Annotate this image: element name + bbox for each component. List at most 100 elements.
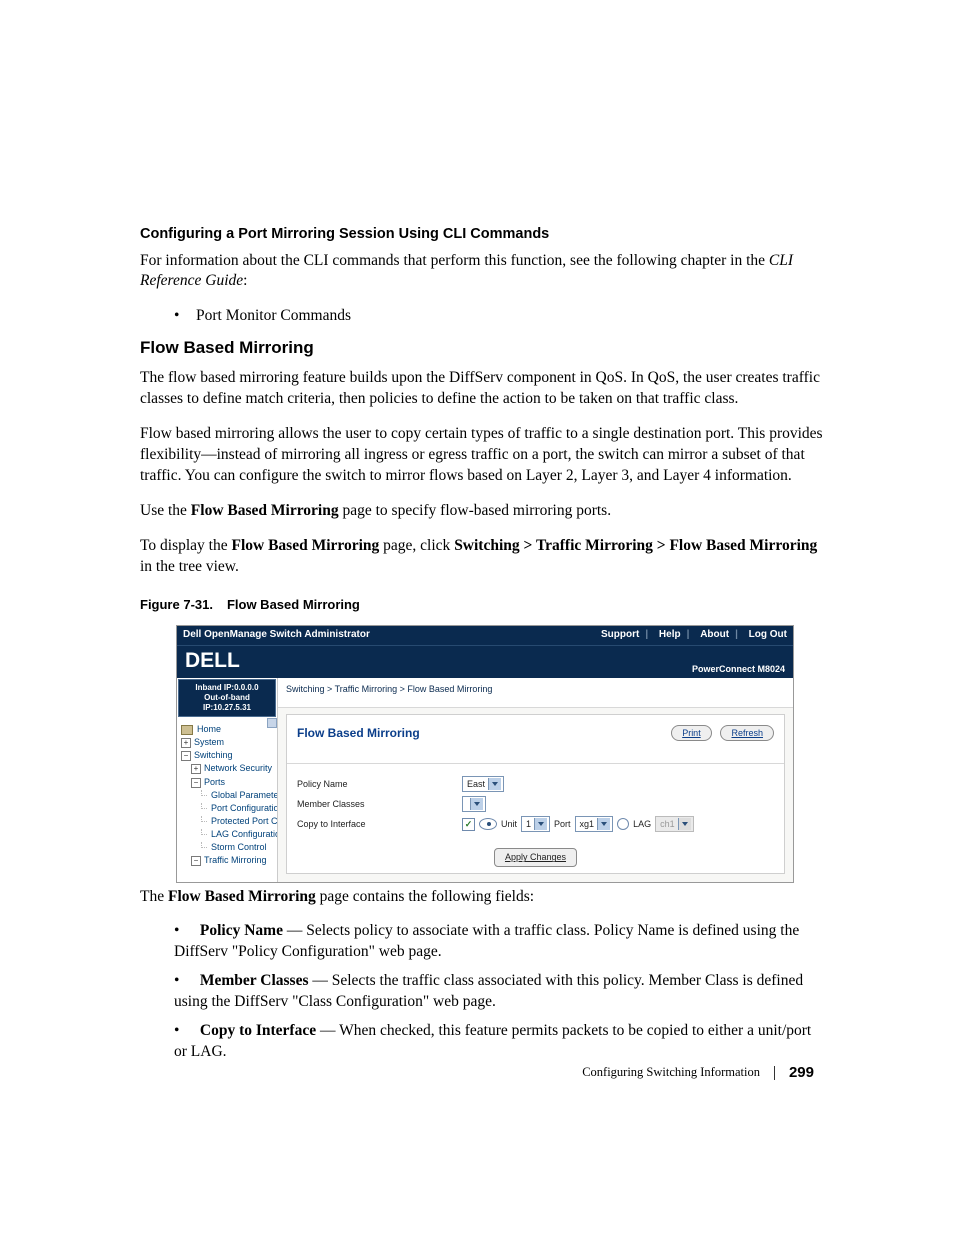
heading-cli-commands: Configuring a Port Mirroring Session Usi…: [140, 225, 824, 245]
lag-radio[interactable]: [617, 818, 629, 830]
policy-name-label: Policy Name: [297, 778, 462, 790]
nav-tree[interactable]: Home +System −Switching +Network Securit…: [177, 718, 277, 881]
field-copy-name: Copy to Interface: [200, 1022, 316, 1039]
tree-home[interactable]: Home: [181, 723, 275, 735]
member-classes-label: Member Classes: [297, 798, 462, 810]
cli-intro-a: For information about the CLI commands t…: [140, 252, 769, 269]
tree-traffic-mirroring[interactable]: Traffic Mirroring: [204, 855, 267, 865]
expand-icon[interactable]: +: [181, 738, 191, 748]
separator: |: [645, 629, 648, 640]
separator: |: [735, 629, 738, 640]
cli-intro-paragraph: For information about the CLI commands t…: [140, 251, 824, 293]
footer-section: Configuring Switching Information: [582, 1064, 760, 1081]
fields-intro: The Flow Based Mirroring page contains t…: [140, 887, 824, 908]
ip-info-box: Inband IP:0.0.0.0 Out-of-band IP:10.27.5…: [178, 679, 276, 717]
tree-protected-port[interactable]: Protected Port C: [211, 816, 277, 826]
txt: To display the: [140, 537, 231, 554]
tree-branch-icon: [201, 816, 207, 822]
breadcrumb: Switching > Traffic Mirroring > Flow Bas…: [278, 678, 793, 708]
port-label: Port: [554, 818, 571, 830]
tree-ports[interactable]: Ports: [204, 777, 225, 787]
nav-path-bold: Switching > Traffic Mirroring > Flow Bas…: [454, 537, 817, 554]
cli-intro-b: :: [243, 272, 247, 289]
form-area: Policy Name East Member Classes: [287, 764, 784, 842]
chevron-down-icon: [488, 778, 501, 790]
txt: page to specify flow-based mirroring por…: [339, 502, 611, 519]
cli-bullet-list: Port Monitor Commands: [140, 306, 824, 327]
copy-to-interface-label: Copy to Interface: [297, 818, 462, 830]
page-name-bold: Flow Based Mirroring: [231, 537, 379, 554]
product-name: PowerConnect M8024: [692, 663, 785, 675]
titlebar-links: Support | Help | About | Log Out: [595, 628, 787, 642]
copy-checkbox[interactable]: ✓: [462, 818, 475, 831]
chevron-down-icon: [470, 798, 483, 810]
unit-radio[interactable]: [479, 818, 497, 830]
tree-network-security[interactable]: Network Security: [204, 763, 272, 773]
refresh-button[interactable]: Refresh: [720, 725, 774, 741]
brand-bar: DELL PowerConnect M8024: [177, 645, 793, 678]
member-classes-select[interactable]: [462, 796, 486, 812]
app-title: Dell OpenManage Switch Administrator: [183, 628, 370, 642]
panel-title: Flow Based Mirroring: [297, 725, 420, 741]
page-number: 299: [789, 1063, 814, 1083]
footer-divider: [774, 1066, 775, 1080]
tree-port-config[interactable]: Port Configuratio: [211, 803, 277, 813]
field-policy-name: Policy Name: [200, 922, 283, 939]
tree-branch-icon: [201, 790, 207, 796]
apply-changes-button[interactable]: Apply Changes: [494, 848, 577, 866]
flow-paragraph-1: The flow based mirroring feature builds …: [140, 368, 824, 410]
field-def-copy: Copy to Interface — When checked, this f…: [174, 1021, 824, 1063]
about-link[interactable]: About: [700, 629, 729, 640]
chevron-down-icon: [678, 818, 691, 830]
figure-number: Figure 7-31.: [140, 597, 213, 612]
content-area: Switching > Traffic Mirroring > Flow Bas…: [278, 678, 793, 881]
dell-logo: DELL: [185, 647, 240, 675]
unit-value: 1: [526, 818, 531, 830]
field-definitions-list: Policy Name — Selects policy to associat…: [140, 921, 824, 1063]
txt: page contains the following fields:: [316, 888, 534, 905]
txt: page, click: [379, 537, 454, 554]
collapse-icon[interactable]: −: [191, 778, 201, 788]
collapse-icon[interactable]: −: [191, 856, 201, 866]
chevron-down-icon: [597, 818, 610, 830]
tree-global-parameters[interactable]: Global Paramete: [211, 790, 277, 800]
tree-lag-config[interactable]: LAG Configuratio: [211, 829, 277, 839]
support-link[interactable]: Support: [601, 629, 639, 640]
apply-bar: Apply Changes: [287, 842, 784, 872]
port-select[interactable]: xg1: [575, 816, 614, 832]
lag-value: ch1: [660, 818, 675, 830]
help-link[interactable]: Help: [659, 629, 681, 640]
flow-nav-paragraph: To display the Flow Based Mirroring page…: [140, 536, 824, 578]
flow-paragraph-2: Flow based mirroring allows the user to …: [140, 424, 824, 487]
field-member-name: Member Classes: [200, 972, 309, 989]
tree-branch-icon: [201, 829, 207, 835]
port-value: xg1: [580, 818, 595, 830]
collapse-icon[interactable]: −: [181, 751, 191, 761]
chevron-down-icon: [534, 818, 547, 830]
flow-paragraph-3: Use the Flow Based Mirroring page to spe…: [140, 501, 824, 522]
main-panel: Flow Based Mirroring Print Refresh Polic…: [286, 714, 785, 873]
figure-title: Flow Based Mirroring: [227, 597, 360, 612]
lag-select: ch1: [655, 816, 694, 832]
tree-branch-icon: [201, 803, 207, 809]
scroll-up-icon[interactable]: [267, 718, 277, 728]
logout-link[interactable]: Log Out: [749, 629, 787, 640]
page-name-bold: Flow Based Mirroring: [168, 888, 316, 905]
txt: in the tree view.: [140, 558, 239, 575]
window-titlebar: Dell OpenManage Switch Administrator Sup…: [177, 626, 793, 645]
tree-storm-control[interactable]: Storm Control: [211, 842, 267, 852]
tree-system[interactable]: System: [194, 737, 224, 747]
unit-label: Unit: [501, 818, 517, 830]
panel-header: Flow Based Mirroring Print Refresh: [287, 715, 784, 764]
policy-name-select[interactable]: East: [462, 776, 504, 792]
tree-switching[interactable]: Switching: [194, 750, 233, 760]
cli-bullet-item: Port Monitor Commands: [174, 306, 824, 327]
txt: Use the: [140, 502, 191, 519]
inband-ip: Inband IP:0.0.0.0: [180, 683, 274, 693]
field-def-member: Member Classes — Selects the traffic cla…: [174, 971, 824, 1013]
expand-icon[interactable]: +: [191, 764, 201, 774]
unit-select[interactable]: 1: [521, 816, 550, 832]
print-button[interactable]: Print: [671, 725, 712, 741]
separator: |: [687, 629, 690, 640]
embedded-screenshot: Dell OpenManage Switch Administrator Sup…: [176, 625, 794, 882]
